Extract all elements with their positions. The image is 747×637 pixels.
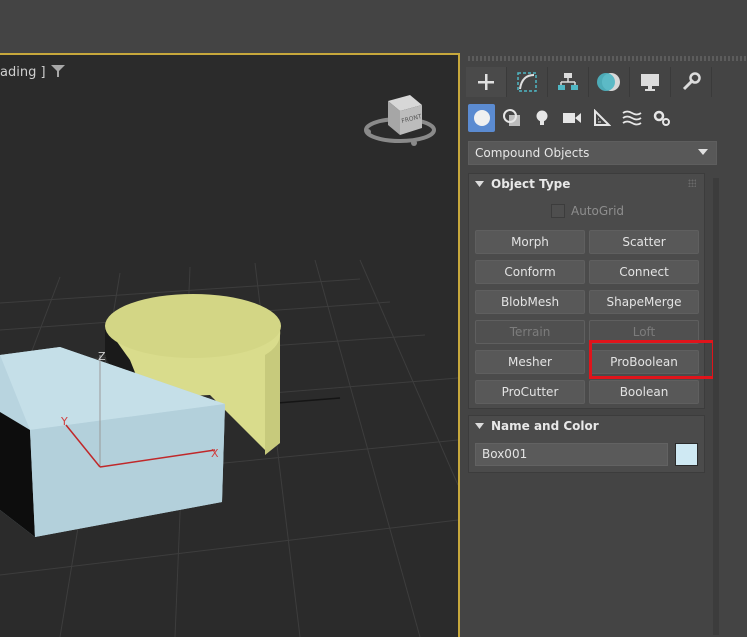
- category-systems[interactable]: [648, 104, 675, 132]
- panel-scrollbar[interactable]: [713, 178, 719, 635]
- tab-motion[interactable]: [589, 67, 630, 97]
- viewport-filter-icon[interactable]: [50, 64, 66, 78]
- morph-button[interactable]: Morph: [475, 230, 585, 254]
- axis-x-label: X: [211, 447, 219, 460]
- object-type-header[interactable]: Object Type: [469, 174, 704, 196]
- autogrid-label: AutoGrid: [571, 204, 625, 218]
- collapse-triangle-icon: [475, 181, 484, 187]
- conform-button[interactable]: Conform: [475, 260, 585, 284]
- blobmesh-button[interactable]: BlobMesh: [475, 290, 585, 314]
- object-type-title: Object Type: [491, 177, 571, 191]
- name-and-color-header[interactable]: Name and Color: [469, 416, 704, 438]
- procutter-button[interactable]: ProCutter: [475, 380, 585, 404]
- scatter-button[interactable]: Scatter: [589, 230, 699, 254]
- plus-icon: [478, 74, 494, 90]
- tab-utilities[interactable]: [671, 67, 712, 97]
- geometry-sphere-icon: [473, 110, 490, 126]
- helpers-ruler-icon: [593, 109, 611, 126]
- shapemerge-button[interactable]: ShapeMerge: [589, 290, 699, 314]
- boolean-button[interactable]: Boolean: [589, 380, 699, 404]
- main-toolbar-area: [0, 0, 747, 54]
- dropdown-selected-value: Compound Objects: [475, 146, 590, 160]
- systems-gears-icon: [653, 110, 670, 126]
- viewport-scene: Z Y X FRONT: [0, 95, 458, 637]
- autogrid-option[interactable]: AutoGrid: [551, 204, 624, 218]
- object-color-swatch[interactable]: [675, 443, 698, 466]
- object-category-dropdown[interactable]: Compound Objects: [468, 141, 717, 165]
- proboolean-highlight-box: [589, 340, 715, 379]
- name-and-color-rollout: Name and Color Box001: [468, 415, 705, 473]
- name-and-color-title: Name and Color: [491, 419, 599, 433]
- category-cameras[interactable]: [558, 104, 585, 132]
- motion-icon: [597, 73, 620, 91]
- tab-display[interactable]: [630, 67, 671, 97]
- utilities-wrench-icon: [682, 72, 701, 91]
- object-type-rollout: Object Type AutoGrid Morph Scatter Confo…: [468, 173, 715, 409]
- category-geometry[interactable]: [468, 104, 495, 132]
- tab-hierarchy[interactable]: [548, 67, 589, 97]
- category-lights[interactable]: [528, 104, 555, 132]
- category-shapes[interactable]: [498, 104, 525, 132]
- viewcube[interactable]: FRONT: [364, 95, 436, 146]
- rollout-grip-icon: [688, 179, 696, 187]
- terrain-button[interactable]: Terrain: [475, 320, 585, 344]
- cameras-icon: [562, 113, 581, 123]
- create-categories: [468, 104, 675, 132]
- autogrid-checkbox[interactable]: [551, 204, 565, 218]
- display-monitor-icon: [641, 74, 659, 91]
- shapes-icon: [502, 109, 520, 126]
- hierarchy-icon: [558, 73, 578, 90]
- collapse-triangle-icon: [475, 423, 484, 429]
- lights-bulb-icon: [536, 110, 547, 125]
- category-helpers[interactable]: [588, 104, 615, 132]
- perspective-viewport[interactable]: Z Y X FRONT ading ]: [0, 53, 460, 637]
- object-name-field[interactable]: Box001: [475, 443, 668, 466]
- chevron-down-icon: [698, 149, 708, 155]
- panel-drag-grip[interactable]: [468, 56, 747, 61]
- mesher-button[interactable]: Mesher: [475, 350, 585, 374]
- category-spacewarps[interactable]: [618, 104, 645, 132]
- axis-y-label: Y: [60, 415, 68, 428]
- tab-modify[interactable]: [507, 67, 548, 97]
- axis-z-label: Z: [98, 350, 106, 363]
- command-panel-tabs: [466, 67, 712, 97]
- tab-create[interactable]: [466, 67, 507, 97]
- viewport-shading-label[interactable]: ading ]: [0, 65, 46, 80]
- spacewarps-icon: [621, 110, 642, 126]
- modify-curve-icon: [517, 72, 537, 92]
- connect-button[interactable]: Connect: [589, 260, 699, 284]
- command-panel: Compound Objects Object Type AutoGrid Mo…: [460, 53, 747, 635]
